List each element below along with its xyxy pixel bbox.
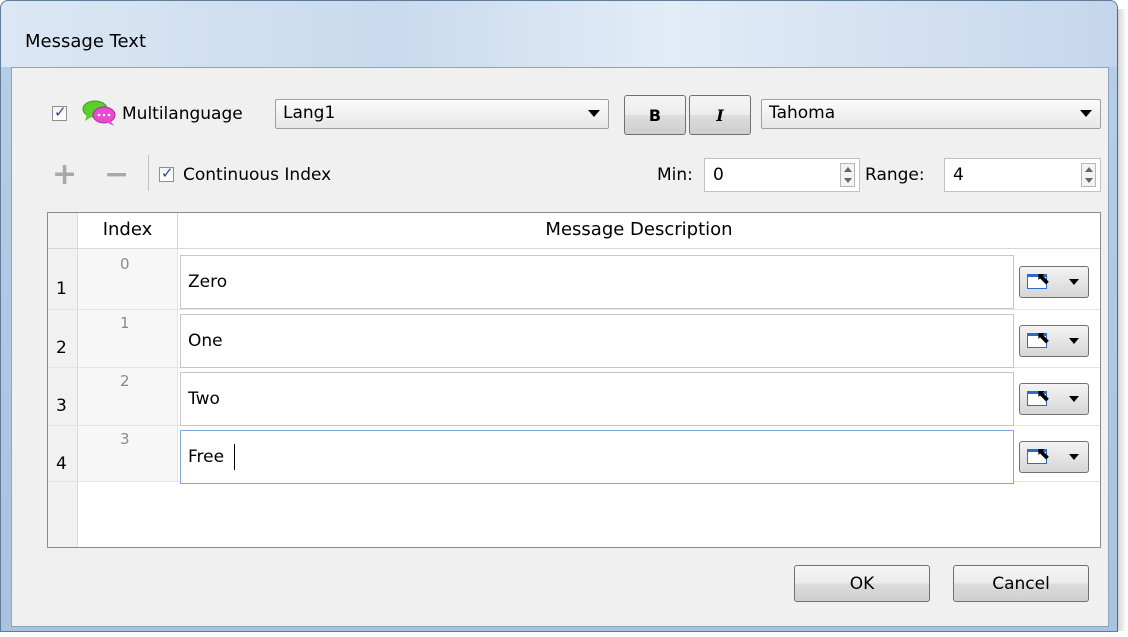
range-spinbox[interactable]: 4 [944, 158, 1101, 192]
multilanguage-label: Multilanguage [122, 104, 243, 124]
bold-button-label: B [648, 106, 662, 125]
min-value: 0 [713, 165, 724, 185]
description-input[interactable]: Two [180, 372, 1014, 426]
field-picker-button[interactable]: ⬉ [1019, 441, 1089, 473]
multilanguage-checkbox[interactable]: ✓ [52, 103, 67, 121]
text-caret [234, 444, 235, 470]
italic-button[interactable]: I [689, 95, 751, 135]
language-select-value: Lang1 [283, 103, 336, 123]
spin-updown-icon[interactable] [1081, 163, 1096, 187]
description-text: Zero [188, 272, 228, 292]
ok-button-label: OK [849, 574, 875, 594]
field-picker-button[interactable]: ⬉ [1019, 266, 1089, 298]
column-header-description[interactable]: Message Description [178, 213, 1100, 249]
cursor-icon: ⬉ [1036, 269, 1051, 289]
row-number: 3 [56, 396, 67, 416]
cursor-icon: ⬉ [1036, 444, 1051, 464]
column-header-description-label: Message Description [545, 219, 733, 240]
field-picker-button[interactable]: ⬉ [1019, 325, 1089, 357]
cursor-icon: ⬉ [1036, 386, 1051, 406]
row-number: 4 [56, 454, 67, 474]
chat-bubbles-icon [82, 100, 116, 126]
ok-button[interactable]: OK [794, 565, 930, 602]
min-spinbox[interactable]: 0 [704, 158, 860, 192]
font-select[interactable]: Tahoma [761, 99, 1101, 129]
row-index: 3 [120, 430, 130, 448]
title-bar[interactable]: Message Text [1, 1, 1117, 67]
description-input-active[interactable]: Free [180, 430, 1014, 484]
row-index: 1 [120, 314, 130, 332]
range-label: Range: [865, 165, 925, 185]
chevron-down-icon [588, 110, 600, 117]
cancel-button[interactable]: Cancel [953, 565, 1089, 602]
bold-button[interactable]: B [624, 95, 686, 135]
field-picker-button[interactable]: ⬉ [1019, 383, 1089, 415]
chevron-down-icon [1069, 454, 1079, 460]
minus-icon[interactable]: − [104, 157, 129, 192]
dialog-window: Message Text ✓ Multilanguage Lang1 B I T… [0, 0, 1127, 632]
window-title: Message Text [25, 31, 147, 52]
row-index: 0 [120, 255, 130, 273]
description-text: Free [188, 447, 225, 467]
continuous-index-label: Continuous Index [183, 165, 332, 185]
cancel-button-label: Cancel [992, 574, 1050, 594]
row-divider [48, 309, 1100, 310]
continuous-index-checkbox[interactable]: ✓ [159, 164, 174, 182]
description-text: Two [188, 389, 220, 409]
dialog-client-area: ✓ Multilanguage Lang1 B I Tahoma + − ✓ C… [11, 67, 1109, 627]
spin-updown-icon[interactable] [840, 163, 855, 187]
language-select[interactable]: Lang1 [275, 99, 609, 129]
font-select-value: Tahoma [769, 103, 836, 123]
description-input[interactable]: Zero [180, 255, 1014, 309]
description-input[interactable]: One [180, 314, 1014, 368]
chevron-down-icon [1069, 396, 1079, 402]
row-index: 2 [120, 372, 130, 390]
row-number: 2 [56, 338, 67, 358]
chevron-down-icon [1069, 338, 1079, 344]
plus-icon[interactable]: + [52, 157, 77, 192]
range-value: 4 [953, 165, 964, 185]
grid-corner [48, 213, 78, 249]
chevron-down-icon [1069, 279, 1079, 285]
cursor-icon: ⬉ [1036, 328, 1051, 348]
chevron-down-icon [1080, 110, 1092, 117]
column-header-index[interactable]: Index [78, 213, 178, 249]
messages-grid: Index Message Description 1 0 Zero ⬉ 2 1… [47, 212, 1101, 548]
min-label: Min: [657, 165, 693, 185]
row-number: 1 [56, 279, 67, 299]
italic-button-label: I [716, 106, 724, 125]
toolbar-separator [148, 155, 149, 191]
column-header-index-label: Index [102, 219, 153, 240]
description-text: One [188, 331, 223, 351]
